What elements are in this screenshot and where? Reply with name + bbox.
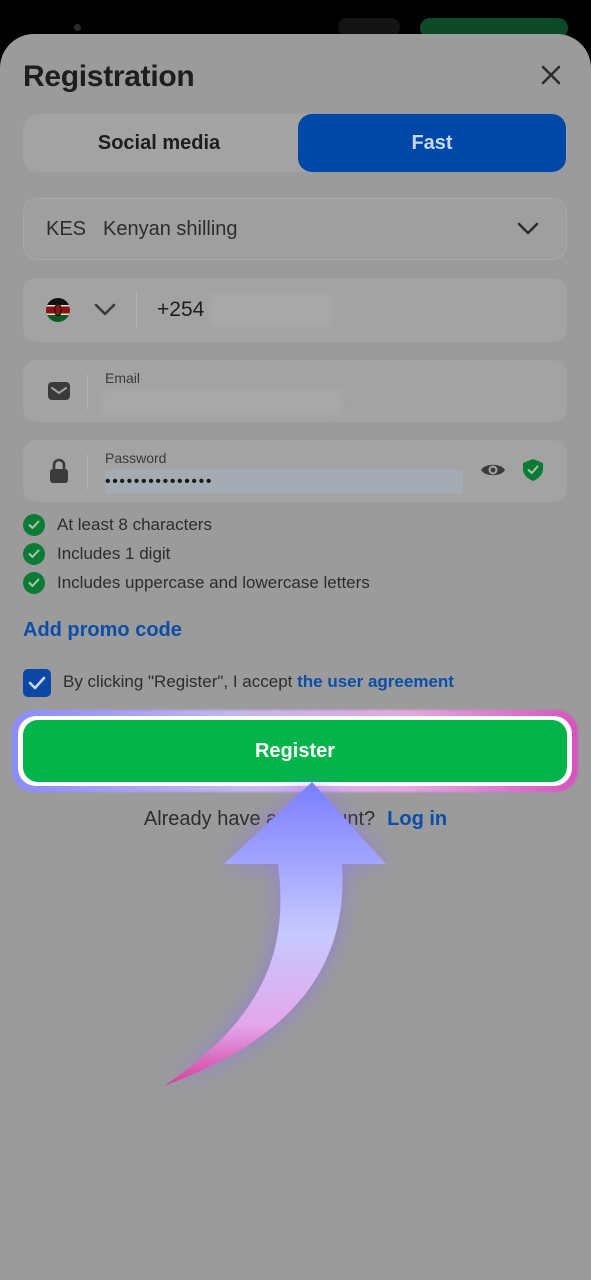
kenya-flag-icon[interactable] [46, 298, 70, 322]
shield-icon [523, 459, 543, 481]
lock-icon [50, 458, 68, 483]
envelope-icon [48, 382, 70, 400]
password-field[interactable]: Password ••••••••••••••• [23, 440, 567, 502]
camera-dot [74, 24, 81, 31]
currency-name: Kenyan shilling [103, 218, 238, 240]
password-rule: Includes 1 digit [23, 542, 170, 566]
tab-social-media[interactable]: Social media [23, 114, 295, 172]
password-rule-text: Includes 1 digit [57, 544, 171, 563]
agreement-text: By clicking "Register", I accept the use… [63, 672, 454, 692]
registration-tabs: Social media Fast [23, 114, 567, 172]
password-label: Password [105, 450, 167, 466]
add-promo-code-link[interactable]: Add promo code [23, 619, 182, 642]
password-rule: At least 8 characters [23, 513, 212, 537]
checkmark-icon [28, 676, 46, 690]
password-rule-text: Includes uppercase and lowercase letters [57, 573, 370, 592]
register-button[interactable]: Register [23, 720, 567, 782]
divider [87, 374, 88, 410]
page-title: Registration [23, 60, 195, 93]
agreement-checkbox[interactable] [23, 669, 51, 697]
check-circle-icon [23, 543, 45, 565]
divider [87, 454, 88, 490]
chevron-down-icon[interactable] [93, 300, 117, 318]
password-rule-text: At least 8 characters [57, 515, 212, 534]
email-value-redacted[interactable] [103, 390, 341, 416]
pointer-arrow-icon [164, 782, 386, 1086]
registration-sheet: Registration Social media Fast KES Kenya… [0, 34, 591, 1280]
currency-select[interactable]: KES Kenyan shilling [23, 198, 567, 260]
divider [136, 292, 137, 328]
email-label: Email [105, 370, 141, 386]
password-value[interactable]: ••••••••••••••• [105, 470, 463, 494]
phone-country-code[interactable]: +254 [157, 298, 204, 322]
user-agreement-link[interactable]: the user agreement [297, 672, 454, 691]
eye-icon[interactable] [480, 460, 506, 480]
email-field[interactable]: Email [23, 360, 567, 422]
chevron-down-icon [517, 222, 539, 235]
check-circle-icon [23, 572, 45, 594]
phone-field: +254 [23, 278, 567, 342]
tab-fast[interactable]: Fast [298, 114, 566, 172]
agreement-prefix: By clicking "Register", I accept [63, 672, 298, 691]
phone-number-redacted[interactable] [211, 294, 331, 326]
close-icon [541, 65, 561, 85]
currency-code: KES [46, 218, 87, 240]
close-button[interactable] [536, 60, 566, 90]
check-circle-icon [23, 514, 45, 536]
password-rule: Includes uppercase and lowercase letters [23, 571, 370, 595]
